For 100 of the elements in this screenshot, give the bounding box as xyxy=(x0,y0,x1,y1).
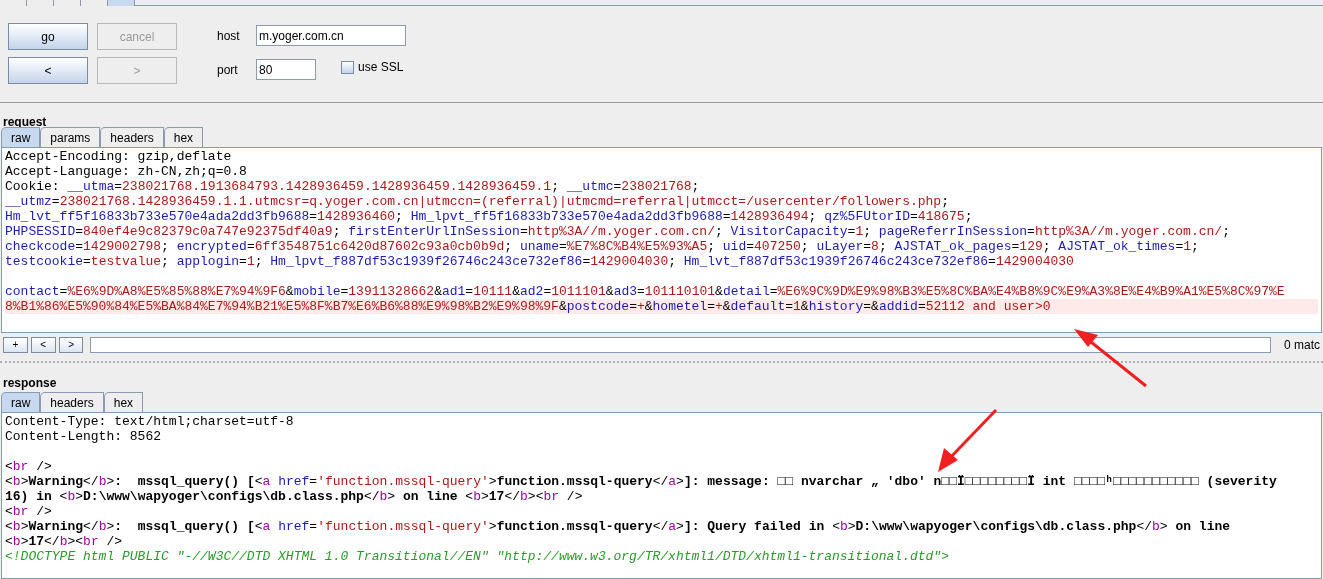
code-token: < xyxy=(5,534,13,549)
code-token: b xyxy=(67,489,76,504)
code-token: b xyxy=(12,474,21,489)
tab[interactable] xyxy=(108,0,135,6)
code-token: br xyxy=(83,534,99,549)
code-token: = xyxy=(582,254,591,269)
code-token: function.mssql-query xyxy=(496,474,653,489)
code-token: Hm_lvt_ff5f16833b733e570e4ada2dd3fb9688 xyxy=(5,209,310,224)
code-token: </ xyxy=(83,519,99,534)
code-token: = xyxy=(239,254,247,269)
code-token: ; xyxy=(800,239,810,254)
code-token: < xyxy=(75,534,84,549)
code-token: ; xyxy=(707,239,716,254)
code-token: br xyxy=(543,489,560,504)
code-token: = xyxy=(309,474,318,489)
code-token: ]: Query failed in xyxy=(683,519,826,534)
code-token: & xyxy=(715,284,723,299)
code-token: Hm_lvt_f887df53c1939f26746c243ce732ef86 xyxy=(683,254,989,269)
action-button[interactable]: go xyxy=(8,23,88,50)
code-token: 238021768 xyxy=(621,179,692,194)
code-token: 'function.mssql-query' xyxy=(317,474,489,489)
code-token: > xyxy=(481,489,489,504)
code-token: 1 xyxy=(246,254,255,269)
code-token: 16) in xyxy=(5,489,53,504)
code-token: 840ef4e9c82379c0a747e92375df40a9 xyxy=(83,224,333,239)
code-token: = xyxy=(309,209,318,224)
checkbox[interactable] xyxy=(341,60,354,74)
code-token: D:\www\wapyoger\configs\db.class.php xyxy=(83,489,364,504)
code-token: a xyxy=(262,474,272,489)
tab[interactable]: raw xyxy=(1,127,41,147)
code-token: = xyxy=(785,299,794,314)
code-token: > xyxy=(676,474,684,489)
code-token: VisitorCapacity xyxy=(730,224,848,239)
code-token: /> xyxy=(565,489,583,504)
code-token: < xyxy=(5,519,13,534)
code-token: %E6%9C%9D%E9%98%B3%E5%8C%BA%E4%B8%9C%E9%A3%8E%E4%B9%A1%E5%8C%97%E xyxy=(777,284,1285,299)
code-token: Warning xyxy=(28,519,84,534)
code-token: <!DOCTYPE html PUBLIC "-//W3C//DTD XHTML 1.0 Transitional//EN" "http://www.w3.org/TR/xhtml1/DTD/xhtml1-transitional.dtd"> xyxy=(5,549,949,564)
code-token: = xyxy=(309,519,318,534)
code-token: 1429004030 xyxy=(995,254,1074,269)
code-token: 10111 xyxy=(473,284,513,299)
code-token: b xyxy=(59,534,68,549)
code-token: a xyxy=(668,474,677,489)
tab[interactable] xyxy=(81,0,108,6)
tab[interactable] xyxy=(54,0,81,6)
tab[interactable] xyxy=(27,0,54,6)
code-token: Cookie: xyxy=(5,179,61,194)
code-token: firstEnterUrlInSession xyxy=(348,224,520,239)
code-token: detail xyxy=(722,284,770,299)
tab[interactable] xyxy=(0,0,27,6)
section-title: response xyxy=(3,376,57,390)
code-token: Content-Length: 8562 xyxy=(5,429,162,444)
code-token: b xyxy=(1152,519,1160,534)
code-token: contact xyxy=(5,284,60,299)
search-field[interactable] xyxy=(90,337,1271,353)
tab[interactable]: hex xyxy=(163,127,204,147)
request-editor[interactable] xyxy=(1,147,1322,333)
host-field[interactable]: m.yoger.com.cn xyxy=(256,25,406,46)
code-token: 52112 and user>0 xyxy=(925,299,1051,314)
code-token: ; xyxy=(691,179,700,194)
code-token: = xyxy=(769,284,778,299)
code-token: 1428936460 xyxy=(317,209,396,224)
code-token: b xyxy=(98,474,107,489)
code-token: > xyxy=(20,519,29,534)
annotation-arrow xyxy=(938,408,998,472)
code-token: ; xyxy=(332,224,342,239)
search-button[interactable]: > xyxy=(58,337,84,353)
code-token: qz%5FUtorID xyxy=(824,209,910,224)
code-token: b xyxy=(839,519,848,534)
code-token: < xyxy=(254,474,263,489)
code-token: applogin xyxy=(176,254,240,269)
code-token: 1429004030 xyxy=(590,254,669,269)
tab[interactable]: raw xyxy=(1,392,41,412)
code-token: ; xyxy=(878,239,888,254)
search-button[interactable]: < xyxy=(30,337,56,353)
code-token: + xyxy=(715,299,723,314)
tab[interactable]: params xyxy=(40,127,101,147)
code-token: < xyxy=(254,519,263,534)
code-token: & xyxy=(434,284,442,299)
code-token: > xyxy=(847,519,856,534)
code-token: ad3 xyxy=(613,284,638,299)
code-token: = xyxy=(114,179,123,194)
code-token: ad2 xyxy=(520,284,544,299)
tab[interactable]: hex xyxy=(103,392,144,412)
code-token: /> xyxy=(35,504,52,519)
code-token: < xyxy=(59,489,68,504)
code-token: < xyxy=(5,459,13,474)
code-token: Accept-Encoding: gzip,deflate xyxy=(5,149,232,164)
code-token: = xyxy=(629,299,637,314)
tab[interactable]: headers xyxy=(100,127,164,147)
code-token: b xyxy=(379,489,388,504)
action-button[interactable]: < xyxy=(8,57,88,84)
port-field[interactable]: 80 xyxy=(256,59,316,80)
code-token: & xyxy=(800,299,809,314)
tab[interactable]: headers xyxy=(40,392,104,412)
code-token: 1011101 xyxy=(551,284,606,299)
code-token: = xyxy=(746,239,755,254)
code-token: 1 xyxy=(855,224,864,239)
search-button[interactable]: + xyxy=(3,337,28,353)
code-token: & xyxy=(722,299,731,314)
